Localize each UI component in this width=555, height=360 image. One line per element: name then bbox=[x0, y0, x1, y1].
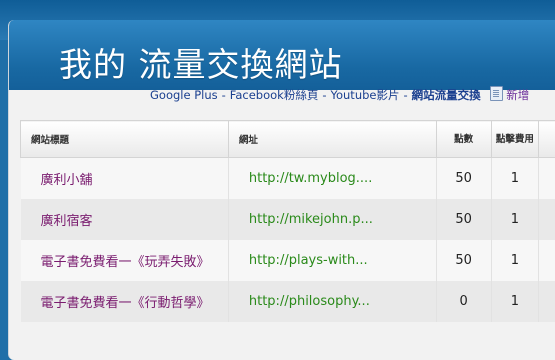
add-label: 新增 bbox=[506, 88, 529, 102]
site-url-cell[interactable]: http://philosophy... bbox=[228, 281, 436, 322]
add-button[interactable]: 新增 bbox=[490, 86, 529, 103]
column-header-url[interactable]: 網址 bbox=[228, 121, 436, 158]
table-row: 廣利小舖 http://tw.myblog.... 50 1 bbox=[21, 158, 555, 200]
site-title-cell[interactable]: 廣利小舖 bbox=[21, 158, 229, 200]
site-url-cell[interactable]: http://tw.myblog.... bbox=[228, 158, 436, 200]
nav-link-facebook[interactable]: Facebook粉絲頁 bbox=[230, 88, 319, 102]
table-row: 電子書免費看一《玩弄失敗》 http://plays-with... 50 1 bbox=[21, 240, 555, 281]
column-header-title[interactable]: 網站標題 bbox=[21, 121, 229, 158]
points-cell: 50 bbox=[436, 158, 491, 200]
new-document-icon bbox=[490, 86, 503, 101]
nav-link-youtube[interactable]: Youtube影片 bbox=[330, 88, 399, 102]
extra-cell bbox=[539, 158, 555, 200]
table-header-row: 網站標題 網址 點數 點擊費用 bbox=[21, 121, 555, 158]
sites-table: 網站標題 網址 點數 點擊費用 廣利小舖 http://tw.myblog...… bbox=[20, 120, 555, 322]
column-header-cost[interactable]: 點擊費用 bbox=[491, 121, 538, 158]
column-header-points[interactable]: 點數 bbox=[436, 121, 491, 158]
site-title-cell[interactable]: 電子書免費看一《行動哲學》 bbox=[21, 281, 229, 322]
points-cell: 0 bbox=[436, 281, 491, 322]
top-nav: Google Plus-Facebook粉絲頁-Youtube影片-網站流量交換… bbox=[150, 86, 529, 102]
nav-link-traffic-exchange[interactable]: 網站流量交換 bbox=[412, 88, 481, 102]
site-url-cell[interactable]: http://mikejohn.p... bbox=[228, 199, 436, 240]
extra-cell bbox=[539, 281, 555, 322]
nav-separator: - bbox=[318, 88, 330, 102]
cost-cell: 1 bbox=[491, 281, 538, 322]
cost-cell: 1 bbox=[491, 158, 538, 200]
extra-cell bbox=[539, 199, 555, 240]
points-cell: 50 bbox=[436, 199, 491, 240]
site-header: 我的 流量交換網站 bbox=[9, 20, 555, 90]
cost-cell: 1 bbox=[491, 199, 538, 240]
column-header-extra bbox=[539, 121, 555, 158]
nav-link-google-plus[interactable]: Google Plus bbox=[150, 88, 218, 102]
site-title-cell[interactable]: 廣利宿客 bbox=[21, 199, 229, 240]
table-row: 電子書免費看一《行動哲學》 http://philosophy... 0 1 bbox=[21, 281, 555, 322]
nav-separator: - bbox=[218, 88, 230, 102]
points-cell: 50 bbox=[436, 240, 491, 281]
nav-separator: - bbox=[399, 88, 411, 102]
site-url-cell[interactable]: http://plays-with... bbox=[228, 240, 436, 281]
site-title-cell[interactable]: 電子書免費看一《玩弄失敗》 bbox=[21, 240, 229, 281]
cost-cell: 1 bbox=[491, 240, 538, 281]
extra-cell bbox=[539, 240, 555, 281]
site-title: 我的 流量交換網站 bbox=[59, 38, 343, 86]
table-row: 廣利宿客 http://mikejohn.p... 50 1 bbox=[21, 199, 555, 240]
